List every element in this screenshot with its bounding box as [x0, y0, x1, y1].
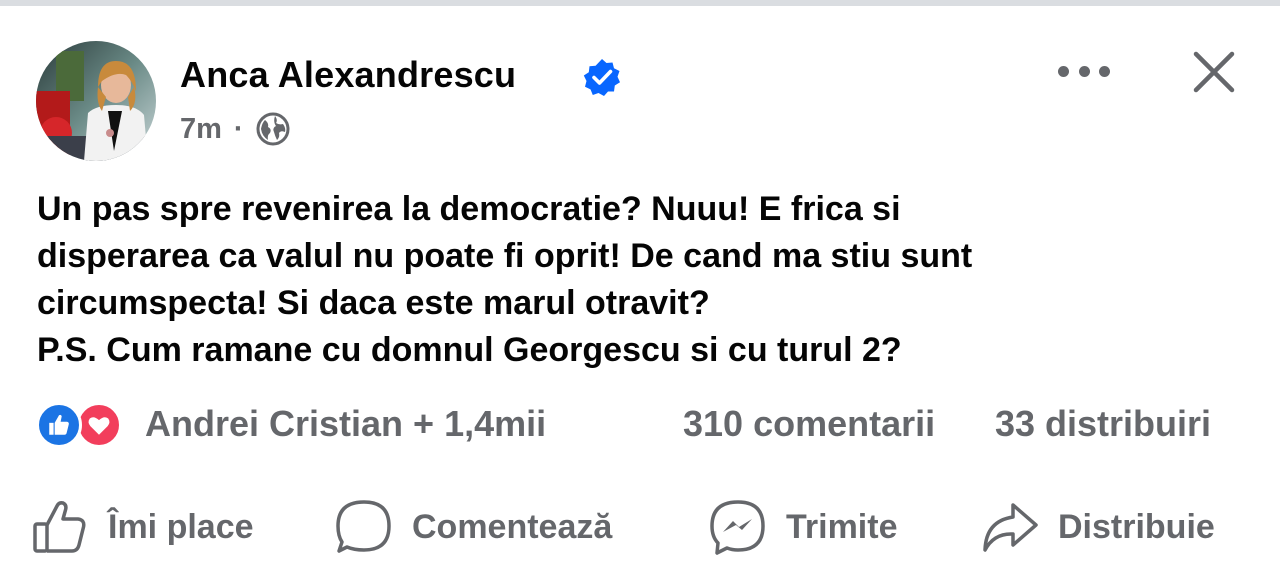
- more-dot: [1078, 65, 1090, 77]
- globe-icon[interactable]: [256, 112, 290, 146]
- messenger-icon: [710, 500, 765, 555]
- author-name[interactable]: Anca Alexandrescu: [180, 54, 516, 96]
- shares-count[interactable]: 33 distribuiri: [995, 403, 1211, 445]
- more-options-button[interactable]: [1058, 58, 1110, 84]
- share-arrow-icon: [983, 503, 1038, 552]
- reactions-summary[interactable]: Andrei Cristian + 1,4mii: [145, 403, 546, 445]
- post-text-line: Un pas spre revenirea la democratie? Nuu…: [37, 190, 901, 228]
- post-body: Un pas spre revenirea la democratie? Nuu…: [37, 186, 1247, 374]
- reaction-icons[interactable]: [36, 402, 132, 448]
- love-reaction-icon: [76, 402, 122, 448]
- post-time[interactable]: 7m: [180, 113, 222, 146]
- comment-bubble-icon: [336, 500, 391, 553]
- top-divider: [0, 0, 1280, 6]
- like-reaction-icon: [36, 402, 82, 448]
- comment-button[interactable]: Comentează: [334, 495, 612, 559]
- post-text-line: P.S. Cum ramane cu domnul Georgescu si c…: [37, 331, 902, 369]
- like-button-label: Îmi place: [108, 507, 254, 546]
- close-icon[interactable]: [1190, 48, 1238, 96]
- send-button[interactable]: Trimite: [708, 495, 897, 559]
- comment-button-label: Comentează: [412, 507, 613, 546]
- send-button-label: Trimite: [786, 507, 898, 546]
- post-meta: 7m ·: [180, 112, 290, 146]
- more-dot: [1099, 65, 1110, 77]
- share-button[interactable]: Distribuie: [980, 495, 1215, 559]
- more-dot: [1058, 65, 1069, 77]
- author-avatar[interactable]: [36, 41, 156, 161]
- meta-separator: ·: [233, 112, 244, 145]
- comments-count[interactable]: 310 comentarii: [683, 403, 935, 445]
- share-button-label: Distribuie: [1058, 507, 1215, 546]
- verified-badge-icon: [583, 59, 620, 96]
- post-text-line: disperarea ca valul nu poate fi oprit! D…: [37, 237, 973, 275]
- post-text-line: circumspecta! Si daca este marul otravit…: [37, 284, 710, 322]
- like-button[interactable]: Îmi place: [30, 495, 254, 559]
- avatar-photo: [36, 41, 156, 161]
- thumbs-up-icon: [33, 501, 86, 553]
